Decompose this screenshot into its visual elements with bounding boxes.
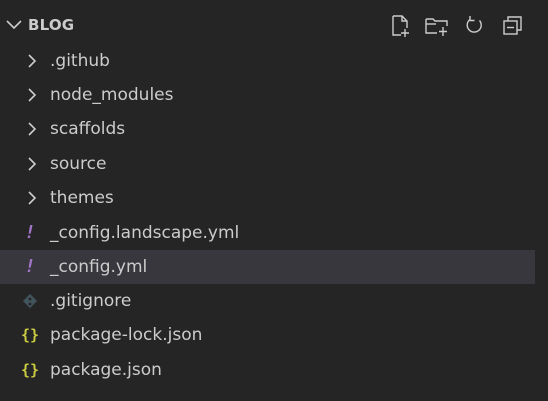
tree-item-node-modules[interactable]: node_modules [0, 78, 535, 112]
new-file-icon[interactable] [388, 13, 414, 39]
tree-item-label: _config.landscape.yml [50, 223, 240, 243]
git-file-icon [16, 290, 44, 312]
tree-item-label: package.json [50, 360, 162, 380]
explorer-section-header[interactable]: BLOG [0, 9, 548, 43]
tree-item-config-yml[interactable]: ! _config.yml [0, 250, 535, 284]
refresh-icon[interactable] [462, 13, 488, 39]
tree-item-config-landscape-yml[interactable]: ! _config.landscape.yml [0, 216, 535, 250]
yaml-file-icon: ! [24, 256, 36, 277]
tree-item-label: scaffolds [50, 119, 126, 139]
tree-item-gitignore[interactable]: .gitignore [0, 284, 535, 318]
chevron-right-icon [24, 52, 40, 70]
tree-item-source[interactable]: source [0, 147, 535, 181]
tree-item-scaffolds[interactable]: scaffolds [0, 112, 535, 146]
new-folder-icon[interactable] [424, 13, 450, 39]
yaml-file-icon: ! [24, 222, 36, 243]
collapse-all-icon[interactable] [500, 13, 526, 39]
tree-item-github[interactable]: .github [0, 44, 535, 78]
scrollbar[interactable] [535, 44, 548, 401]
chevron-right-icon [24, 155, 40, 173]
json-file-icon: {} [20, 361, 40, 379]
tree-item-label: package-lock.json [50, 325, 203, 345]
tree-item-label: themes [50, 188, 114, 208]
json-file-icon: {} [20, 326, 40, 344]
tree-item-package-lock-json[interactable]: {} package-lock.json [0, 318, 535, 352]
tree-item-label: source [50, 154, 107, 174]
tree-item-label: .gitignore [50, 291, 132, 311]
tree-item-label: .github [50, 51, 110, 71]
chevron-right-icon [24, 189, 40, 207]
chevron-right-icon [24, 86, 40, 104]
explorer-title: BLOG [28, 16, 75, 34]
tree-item-label: _config.yml [50, 257, 148, 277]
tree-item-themes[interactable]: themes [0, 181, 535, 215]
tree-item-label: node_modules [50, 85, 174, 105]
tree-item-package-json[interactable]: {} package.json [0, 353, 535, 387]
chevron-down-icon[interactable] [4, 13, 24, 37]
file-explorer: BLOG .github node_modules scaffolds sour… [0, 0, 548, 401]
chevron-right-icon [24, 120, 40, 138]
